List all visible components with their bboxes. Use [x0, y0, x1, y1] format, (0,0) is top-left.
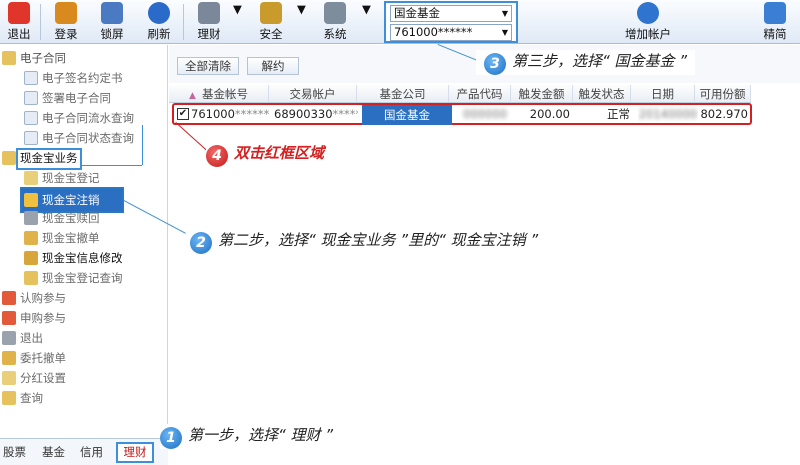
chevron-down-icon[interactable]: ▼ — [233, 2, 242, 42]
sell-icon — [24, 211, 38, 225]
tree-item-exit[interactable]: 退出 — [2, 329, 43, 347]
toolbar: 退出 登录 锁屏 刷新 理财 ▼ 安全 ▼ 系统 ▼ 国金基金 ▼ 761000… — [0, 0, 800, 44]
trigger-status-cell: 正常 — [607, 107, 630, 121]
key-icon — [24, 251, 38, 265]
tree-item-query[interactable]: 查询 — [2, 389, 43, 407]
lock-screen-button[interactable]: 锁屏 — [96, 2, 128, 42]
function-tree-panel: 电子合同 电子签名约定书 签署电子合同 电子合同流水查询 电子合同状态查询 现金… — [0, 45, 168, 465]
exit-button[interactable]: 退出 — [4, 2, 34, 42]
toolbar-divider — [183, 4, 184, 40]
hand-icon — [2, 351, 16, 365]
tree-item-cash-treasure-register[interactable]: 现金宝登记 — [24, 169, 100, 187]
query-icon — [24, 271, 38, 285]
connector-line — [82, 165, 142, 166]
account-select[interactable]: 761000****** ▼ — [390, 24, 512, 41]
system-menu-button[interactable]: 系统 — [318, 2, 352, 42]
column-header[interactable]: 触发状态 — [573, 85, 631, 103]
cash-treasure-highlight — [16, 148, 82, 170]
setting-icon — [2, 371, 16, 385]
add-account-icon — [637, 2, 659, 24]
tab-fund[interactable]: 基金 — [42, 443, 65, 461]
document-icon — [24, 91, 38, 105]
chevron-down-icon[interactable]: ▼ — [362, 2, 371, 42]
tree-item-subscribe[interactable]: 认购参与 — [2, 289, 66, 307]
tab-finance[interactable]: 理财 — [116, 442, 154, 463]
add-account-button[interactable]: 增加帐户 — [620, 2, 676, 42]
buy-icon — [2, 311, 16, 325]
toolbar-divider — [40, 4, 41, 40]
column-header[interactable]: 可用份额 — [695, 85, 751, 103]
key-icon — [260, 2, 282, 24]
tree-item-cancel-order[interactable]: 委托撤单 — [2, 349, 66, 367]
category-tabs: 股票 基金 信用 理财 — [0, 438, 168, 465]
column-header[interactable]: ▲ 基金帐号 — [169, 85, 269, 103]
app-window: 退出 登录 锁屏 刷新 理财 ▼ 安全 ▼ 系统 ▼ 国金基金 ▼ 761000… — [0, 0, 800, 465]
finance-menu-button[interactable]: 理财 — [192, 2, 226, 42]
trigger-amount-cell: 200.00 — [529, 107, 570, 121]
buy-icon — [2, 291, 16, 305]
users-icon — [55, 2, 77, 24]
simplify-button[interactable]: 精简 — [758, 2, 792, 42]
column-header[interactable]: 基金公司 — [357, 85, 449, 103]
fund-account-table: ▲ 基金帐号 交易帐户 基金公司 产品代码 触发金额 触发状态 日期 可用份额 ✔… — [169, 85, 800, 285]
column-header[interactable]: 触发金额 — [511, 85, 573, 103]
clear-all-button[interactable]: 全部清除 — [177, 57, 239, 75]
date-cell: 20140000 — [638, 107, 698, 121]
terminate-button[interactable]: 解约 — [247, 57, 299, 75]
query-icon — [2, 391, 16, 405]
tree-item-cash-treasure-info-edit[interactable]: 现金宝信息修改 — [24, 249, 123, 267]
tree-item-sign-e-contract[interactable]: 签署电子合同 — [24, 89, 111, 107]
finance-icon — [198, 2, 220, 24]
login-button[interactable]: 登录 — [50, 2, 82, 42]
step4-callout: 4 双击红框区域 — [206, 142, 333, 167]
tools-icon — [324, 2, 346, 24]
tab-stock[interactable]: 股票 — [3, 443, 26, 461]
sell-icon — [2, 331, 16, 345]
step3-callout: 3 第三步，选择“ 国金基金 ” — [476, 50, 696, 75]
fund-company-select[interactable]: 国金基金 ▼ — [390, 5, 512, 22]
refresh-button[interactable]: 刷新 — [143, 2, 175, 42]
tree-item-purchase[interactable]: 申购参与 — [2, 309, 66, 327]
hand-icon — [24, 231, 38, 245]
refresh-icon — [148, 2, 170, 24]
chevron-down-icon: ▼ — [501, 9, 508, 18]
column-header[interactable]: 日期 — [631, 85, 695, 103]
step1-callout: 1 第一步，选择“ 理财 ” — [160, 424, 342, 449]
sort-asc-icon: ▲ — [189, 91, 196, 101]
fund-account-cell: 761000****** — [191, 107, 269, 121]
account-selector-highlight: 国金基金 ▼ 761000****** ▼ — [384, 1, 518, 43]
product-code-cell: 000000 — [463, 107, 507, 121]
tab-credit[interactable]: 信用 — [80, 443, 103, 461]
document-icon — [24, 71, 38, 85]
security-menu-button[interactable]: 安全 — [254, 2, 288, 42]
fund-company-cell: 国金基金 — [362, 105, 452, 125]
tree-item-cash-treasure-withdraw[interactable]: 现金宝撤单 — [24, 229, 100, 247]
table-row[interactable]: ✔ 761000****** 68900330****** 国金基金 00000… — [172, 103, 752, 125]
chevron-down-icon: ▼ — [501, 28, 508, 37]
column-header[interactable]: 产品代码 — [449, 85, 511, 103]
available-shares-cell: 802.970 — [700, 107, 748, 121]
step2-callout: 2 第二步，选择“ 现金宝业务 ”里的“ 现金宝注销 ” — [190, 229, 547, 254]
tree-item-dividend-setting[interactable]: 分红设置 — [2, 369, 66, 387]
column-header[interactable]: 交易帐户 — [269, 85, 357, 103]
power-icon — [8, 2, 30, 24]
folder-icon — [2, 151, 16, 165]
row-checkbox[interactable]: ✔ — [177, 108, 189, 120]
simplify-icon — [764, 2, 786, 24]
lock-screen-icon — [101, 2, 123, 24]
folder-icon — [2, 51, 16, 65]
tree-item-e-signature-agreement[interactable]: 电子签名约定书 — [24, 69, 123, 87]
tree-item-e-contract-status-query[interactable]: 电子合同状态查询 — [24, 129, 134, 147]
tree-item-e-contract-flow-query[interactable]: 电子合同流水查询 — [24, 109, 134, 127]
tree-item-cash-treasure-redeem[interactable]: 现金宝赎回 — [24, 209, 100, 227]
register-icon — [24, 171, 38, 185]
connector-line — [142, 125, 143, 165]
document-icon — [24, 111, 38, 125]
document-icon — [24, 131, 38, 145]
tree-node-e-contract[interactable]: 电子合同 — [2, 49, 66, 67]
trade-account-cell: 68900330****** — [274, 107, 358, 121]
main-panel: 全部清除 解约 ▲ 基金帐号 交易帐户 基金公司 产品代码 触发金额 触发状态 日… — [169, 45, 800, 465]
tree-item-cash-treasure-register-query[interactable]: 现金宝登记查询 — [24, 269, 123, 287]
chevron-down-icon[interactable]: ▼ — [297, 2, 306, 42]
